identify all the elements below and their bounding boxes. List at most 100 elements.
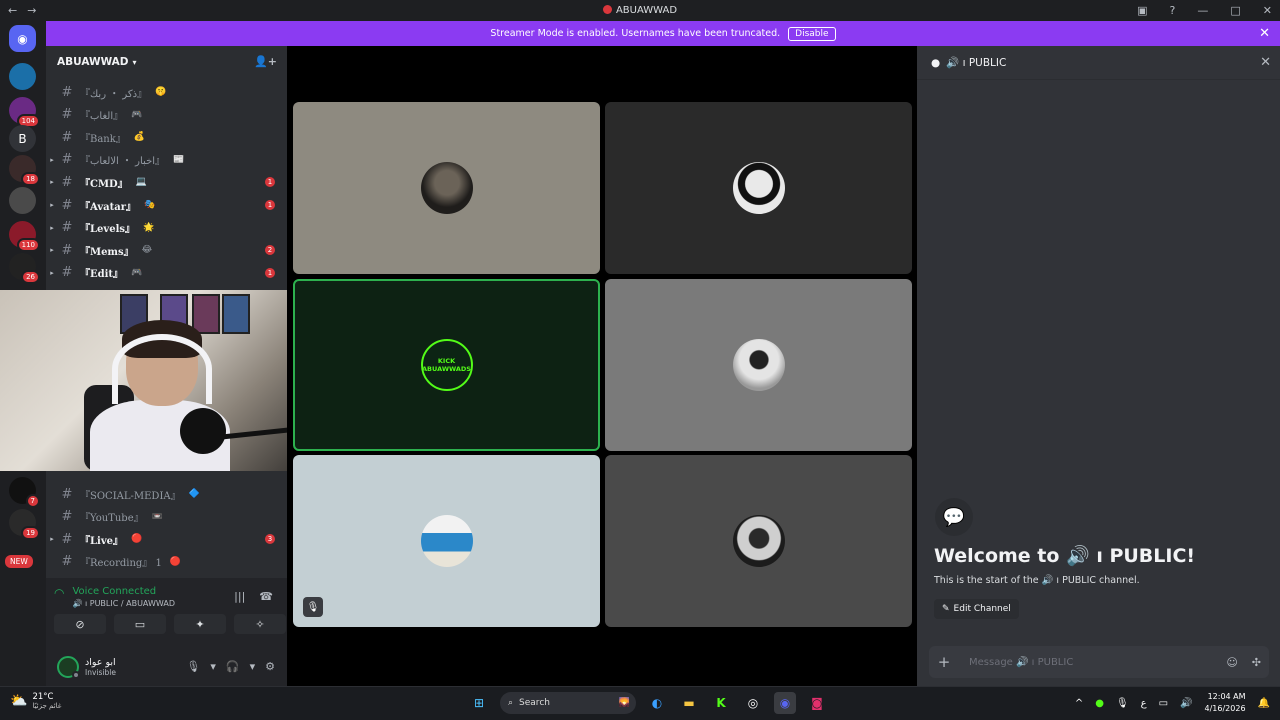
tray-mic-icon[interactable]: 🎙 bbox=[1116, 698, 1129, 709]
server-icon[interactable] bbox=[9, 63, 36, 90]
channel-item[interactable]: ▸ # 『Mems』 😂 2 bbox=[46, 239, 287, 261]
expand-arrow-icon[interactable]: ▸ bbox=[46, 156, 58, 164]
channel-emoji: 🎭 bbox=[144, 200, 156, 210]
weather-description: غائم جزئيًا bbox=[32, 702, 62, 710]
server-icon[interactable]: 104 bbox=[9, 97, 40, 128]
server-icon[interactable]: 7 bbox=[9, 477, 40, 508]
participant-avatar bbox=[420, 515, 473, 567]
channel-item[interactable]: # 『Recording』 1 🔴 bbox=[46, 551, 287, 573]
maximize-icon[interactable]: □ bbox=[1230, 4, 1240, 17]
add-member-icon[interactable]: 👤+ bbox=[254, 55, 277, 68]
expand-arrow-icon[interactable]: ▸ bbox=[46, 535, 58, 543]
avatar[interactable] bbox=[57, 656, 80, 679]
back-arrow-icon[interactable]: ← bbox=[8, 4, 17, 17]
message-input[interactable]: + Message 🔊 ı PUBLIC ☺ ✣ bbox=[929, 646, 1269, 678]
server-icon[interactable]: 18 bbox=[9, 155, 40, 186]
kick-icon[interactable]: K bbox=[710, 692, 732, 714]
close-chat-icon[interactable]: ✕ bbox=[1260, 55, 1271, 70]
voice-connected-label[interactable]: Voice Connected bbox=[72, 586, 175, 597]
emoji-icon[interactable]: ☺ bbox=[1226, 656, 1237, 669]
windows-start-icon[interactable]: ⊞ bbox=[468, 692, 490, 714]
channel-item[interactable]: # 『ذكر ・ ربك』 🤫 bbox=[46, 81, 287, 103]
channel-item[interactable]: ▸ # 『Levels』 🌟 bbox=[46, 217, 287, 239]
channel-item[interactable]: # 『الغاب』 🎮 bbox=[46, 104, 287, 126]
participant-tile[interactable]: 🎙 bbox=[293, 455, 600, 627]
participant-tile[interactable] bbox=[605, 102, 912, 274]
channel-item[interactable]: ▸ # 『CMD』 💻 1 bbox=[46, 171, 287, 193]
tray-app-icon[interactable]: ● bbox=[1095, 698, 1104, 709]
tray-chevron-icon[interactable]: ^ bbox=[1075, 698, 1083, 709]
headphones-shape bbox=[112, 334, 212, 404]
expand-arrow-icon[interactable]: ▸ bbox=[46, 201, 58, 209]
expand-arrow-icon[interactable]: ▸ bbox=[46, 269, 58, 277]
camera-off-button[interactable]: ⊘ bbox=[54, 614, 106, 634]
edit-channel-button[interactable]: ✎ Edit Channel bbox=[934, 599, 1019, 619]
expand-arrow-icon[interactable]: ▸ bbox=[46, 178, 58, 186]
channel-item[interactable]: ▸ # 『Edit』 🎮 1 bbox=[46, 262, 287, 284]
minimize-icon[interactable]: — bbox=[1197, 4, 1208, 17]
server-icon[interactable]: B bbox=[9, 125, 36, 152]
server-icon[interactable] bbox=[9, 187, 36, 214]
language-indicator[interactable]: ع bbox=[1141, 698, 1147, 709]
attach-plus-icon[interactable]: + bbox=[929, 653, 959, 671]
voice-channel-path[interactable]: 🔊 ı PUBLIC / ABUAWWAD bbox=[72, 599, 175, 608]
notification-icon[interactable]: 🔔 bbox=[1258, 698, 1270, 709]
disable-button[interactable]: Disable bbox=[788, 26, 836, 41]
inbox-icon[interactable]: ▣ bbox=[1137, 4, 1147, 17]
help-icon[interactable]: ? bbox=[1170, 4, 1176, 17]
user-panel[interactable]: ابو عواد Invisible 🎙 ▾ 🎧 ▾ ⚙ bbox=[46, 648, 287, 686]
hash-icon: # bbox=[61, 84, 73, 100]
instagram-icon[interactable]: ◙ bbox=[806, 692, 828, 714]
discord-taskbar-icon[interactable]: ◉ bbox=[774, 692, 796, 714]
channel-item[interactable]: ▸ # 『Avatar』 🎭 1 bbox=[46, 194, 287, 216]
disconnect-icon[interactable]: ☎ bbox=[259, 590, 273, 603]
screen-share-button[interactable]: ▭ bbox=[114, 614, 166, 634]
banner-close-icon[interactable]: ✕ bbox=[1259, 26, 1270, 41]
obs-icon[interactable]: ◎ bbox=[742, 692, 764, 714]
activities-button[interactable]: ✦ bbox=[174, 614, 226, 634]
forward-arrow-icon[interactable]: → bbox=[27, 4, 36, 17]
participant-tile-speaking[interactable]: KICK ABUAWWADS bbox=[293, 279, 600, 451]
new-pill[interactable]: NEW bbox=[5, 555, 33, 568]
channel-item[interactable]: # 『YouTube』 📼 bbox=[46, 506, 287, 528]
server-icon[interactable]: 26 bbox=[9, 253, 40, 284]
network-icon[interactable]: ▭ bbox=[1159, 698, 1168, 709]
discord-home-icon[interactable]: ◉ bbox=[9, 25, 36, 52]
participant-tile[interactable] bbox=[605, 279, 912, 451]
mic-chevron-icon[interactable]: ▾ bbox=[210, 660, 216, 673]
volume-icon[interactable]: 🔊 bbox=[1180, 698, 1192, 709]
participant-tile[interactable] bbox=[293, 102, 600, 274]
microphone-icon[interactable]: 🎙 bbox=[186, 660, 200, 673]
settings-gear-icon[interactable]: ⚙ bbox=[265, 660, 275, 673]
soundboard-button[interactable]: ✧ bbox=[234, 614, 286, 634]
expand-arrow-icon[interactable]: ▸ bbox=[46, 224, 58, 232]
file-explorer-icon[interactable]: ▬ bbox=[678, 692, 700, 714]
weather-widget[interactable]: ⛅ 21°C غائم جزئيًا bbox=[10, 692, 61, 710]
clock[interactable]: 12:04 AM 4/16/2026 bbox=[1205, 691, 1246, 715]
close-window-icon[interactable]: ✕ bbox=[1263, 4, 1272, 17]
channel-item[interactable]: # 『Bank』 💰 bbox=[46, 126, 287, 148]
server-icon[interactable]: 19 bbox=[9, 509, 40, 540]
unread-badge: 7 bbox=[25, 494, 40, 508]
server-header[interactable]: ABUAWWAD ▾ 👤+ bbox=[46, 46, 287, 78]
hash-icon: # bbox=[61, 509, 73, 525]
expand-arrow-icon[interactable]: ▸ bbox=[46, 246, 58, 254]
headphones-icon[interactable]: 🎧 bbox=[226, 660, 240, 673]
channel-name: 『اخبار ・ الالعاب』 bbox=[80, 156, 166, 168]
edge-icon[interactable]: ◐ bbox=[646, 692, 668, 714]
participant-tile[interactable] bbox=[605, 455, 912, 627]
apps-icon[interactable]: ✣ bbox=[1252, 656, 1261, 669]
noise-suppression-icon[interactable]: ||| bbox=[234, 590, 245, 603]
channel-item[interactable]: ▸ # 『Live』 🔴 3 bbox=[46, 528, 287, 550]
unread-badge: 19 bbox=[21, 526, 40, 540]
message-placeholder: Message 🔊 ı PUBLIC bbox=[969, 656, 1074, 668]
taskbar-search[interactable]: ⌕ Search 🌄 bbox=[500, 692, 636, 714]
server-icon[interactable]: 110 bbox=[9, 221, 40, 252]
channel-emoji: 🤫 bbox=[155, 87, 167, 97]
os-taskbar: ⛅ 21°C غائم جزئيًا ⊞ ⌕ Search 🌄 ◐ ▬ K ◎ ◉ … bbox=[0, 686, 1280, 720]
channel-item[interactable]: ▸ # 『اخبار ・ الالعاب』 📰 bbox=[46, 149, 287, 171]
channel-item[interactable]: # 『SOCIAL-MEDIA』 🔷 bbox=[46, 483, 287, 505]
signal-icon[interactable]: ◠ bbox=[54, 586, 64, 600]
streamer-mode-banner: Streamer Mode is enabled. Usernames have… bbox=[46, 21, 1280, 46]
headphones-chevron-icon[interactable]: ▾ bbox=[250, 660, 256, 673]
